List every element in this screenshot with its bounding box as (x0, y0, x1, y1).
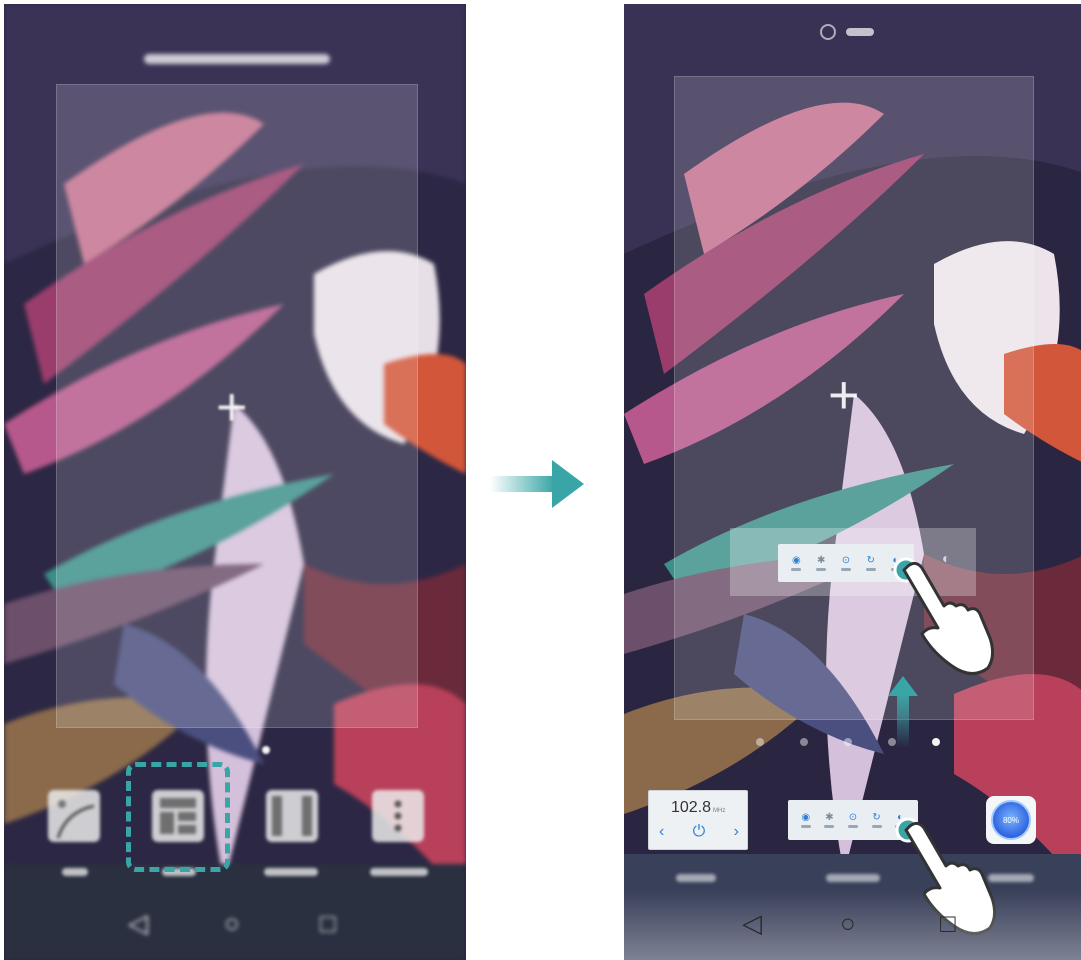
page-dot (756, 738, 764, 746)
battery-percent: 80% (1002, 815, 1019, 825)
settings-option[interactable] (372, 790, 424, 842)
toggle-label (865, 567, 876, 571)
page-dot (932, 738, 940, 746)
location-toggle[interactable]: ⊙ (847, 811, 858, 828)
fm-radio-widget[interactable]: 102.8 MHz ‹ ⏻ › (648, 790, 748, 850)
back-icon[interactable]: ◁ (742, 910, 762, 936)
fm-frequency: 102.8 MHz (671, 799, 725, 817)
toggle-label (791, 567, 802, 571)
arrow-right-icon (490, 460, 584, 508)
add-page-icon[interactable]: + (828, 368, 860, 422)
toggle-label (824, 824, 835, 828)
location-toggle[interactable]: ⊙ (840, 554, 851, 571)
transitions-option[interactable] (266, 790, 318, 842)
page-dot (844, 738, 852, 746)
bluetooth-icon: ✱ (825, 811, 834, 823)
recents-icon[interactable]: □ (320, 910, 336, 936)
wallpaper-icon (56, 800, 95, 839)
toggle-label (840, 567, 851, 571)
tutorial-illustration: + ◁ ○ □ + ◐ ◉ ✱ ⊙ ↻ ◐ 102.8 MHz ‹ ⏻ › ◉ … (0, 0, 1081, 960)
add-page-icon[interactable]: + (216, 380, 248, 434)
edit-menu (4, 784, 466, 884)
home-icon[interactable]: ○ (224, 910, 240, 936)
power-icon[interactable]: ⏻ (693, 823, 706, 841)
bluetooth-toggle[interactable]: ✱ (824, 811, 835, 828)
page-dot (888, 738, 896, 746)
page-indicator (756, 738, 940, 746)
auto-rotate-toggle[interactable]: ↻ (865, 554, 876, 571)
home-icon[interactable]: ○ (840, 910, 856, 936)
bluetooth-icon: ✱ (816, 554, 826, 566)
option-label (370, 868, 428, 876)
wifi-toggle[interactable]: ◉ (791, 554, 802, 571)
option-label (62, 868, 88, 876)
option-label (264, 868, 318, 876)
frequency-unit: MHz (713, 808, 726, 814)
widget-list: 102.8 MHz ‹ ⏻ › ◉ ✱ ⊙ ↻ ◐ 80% (624, 788, 1081, 882)
widgets-highlight (126, 762, 230, 872)
wifi-icon: ◉ (801, 811, 811, 823)
navigation-bar: ◁ ○ □ (4, 890, 466, 960)
toggle-label (800, 824, 811, 828)
wallpaper-option[interactable] (48, 790, 100, 842)
phone-screen-widgets: + ◐ ◉ ✱ ⊙ ↻ ◐ 102.8 MHz ‹ ⏻ › ◉ ✱ ⊙ ↻ ◐ … (624, 4, 1081, 960)
previous-station-icon[interactable]: ‹ (659, 823, 664, 841)
transition-icon (272, 796, 312, 836)
toggle-label (847, 824, 858, 828)
status-bar (820, 24, 874, 40)
back-icon[interactable]: ◁ (128, 910, 148, 936)
page-dot (262, 746, 270, 754)
clock-icon (820, 24, 836, 40)
page-indicator (262, 746, 270, 754)
status-hint-text (144, 54, 330, 64)
wifi-icon: ◉ (792, 554, 801, 566)
page-dot (800, 738, 808, 746)
widget-label (826, 874, 880, 882)
auto-rotate-toggle[interactable]: ↻ (871, 811, 882, 828)
widget-label (676, 874, 716, 882)
toggle-label (871, 824, 882, 828)
auto-rotate-icon: ↻ (872, 811, 881, 823)
auto-rotate-icon: ↻ (866, 554, 875, 566)
fm-controls: ‹ ⏻ › (659, 823, 739, 841)
hand-pointer-icon (893, 557, 995, 675)
recents-icon[interactable]: □ (940, 910, 956, 936)
status-indicator (846, 28, 874, 36)
next-station-icon[interactable]: › (734, 823, 739, 841)
location-icon: ⊙ (841, 554, 851, 566)
frequency-value: 102.8 (671, 799, 712, 816)
location-icon: ⊙ (848, 811, 858, 823)
navigation-bar: ◁ ○ □ (624, 890, 1081, 960)
toggle-label (816, 567, 827, 571)
wifi-toggle[interactable]: ◉ (800, 811, 811, 828)
phone-screen-editing: + ◁ ○ □ (4, 4, 466, 960)
more-vertical-icon (394, 800, 402, 832)
bluetooth-toggle[interactable]: ✱ (816, 554, 827, 571)
